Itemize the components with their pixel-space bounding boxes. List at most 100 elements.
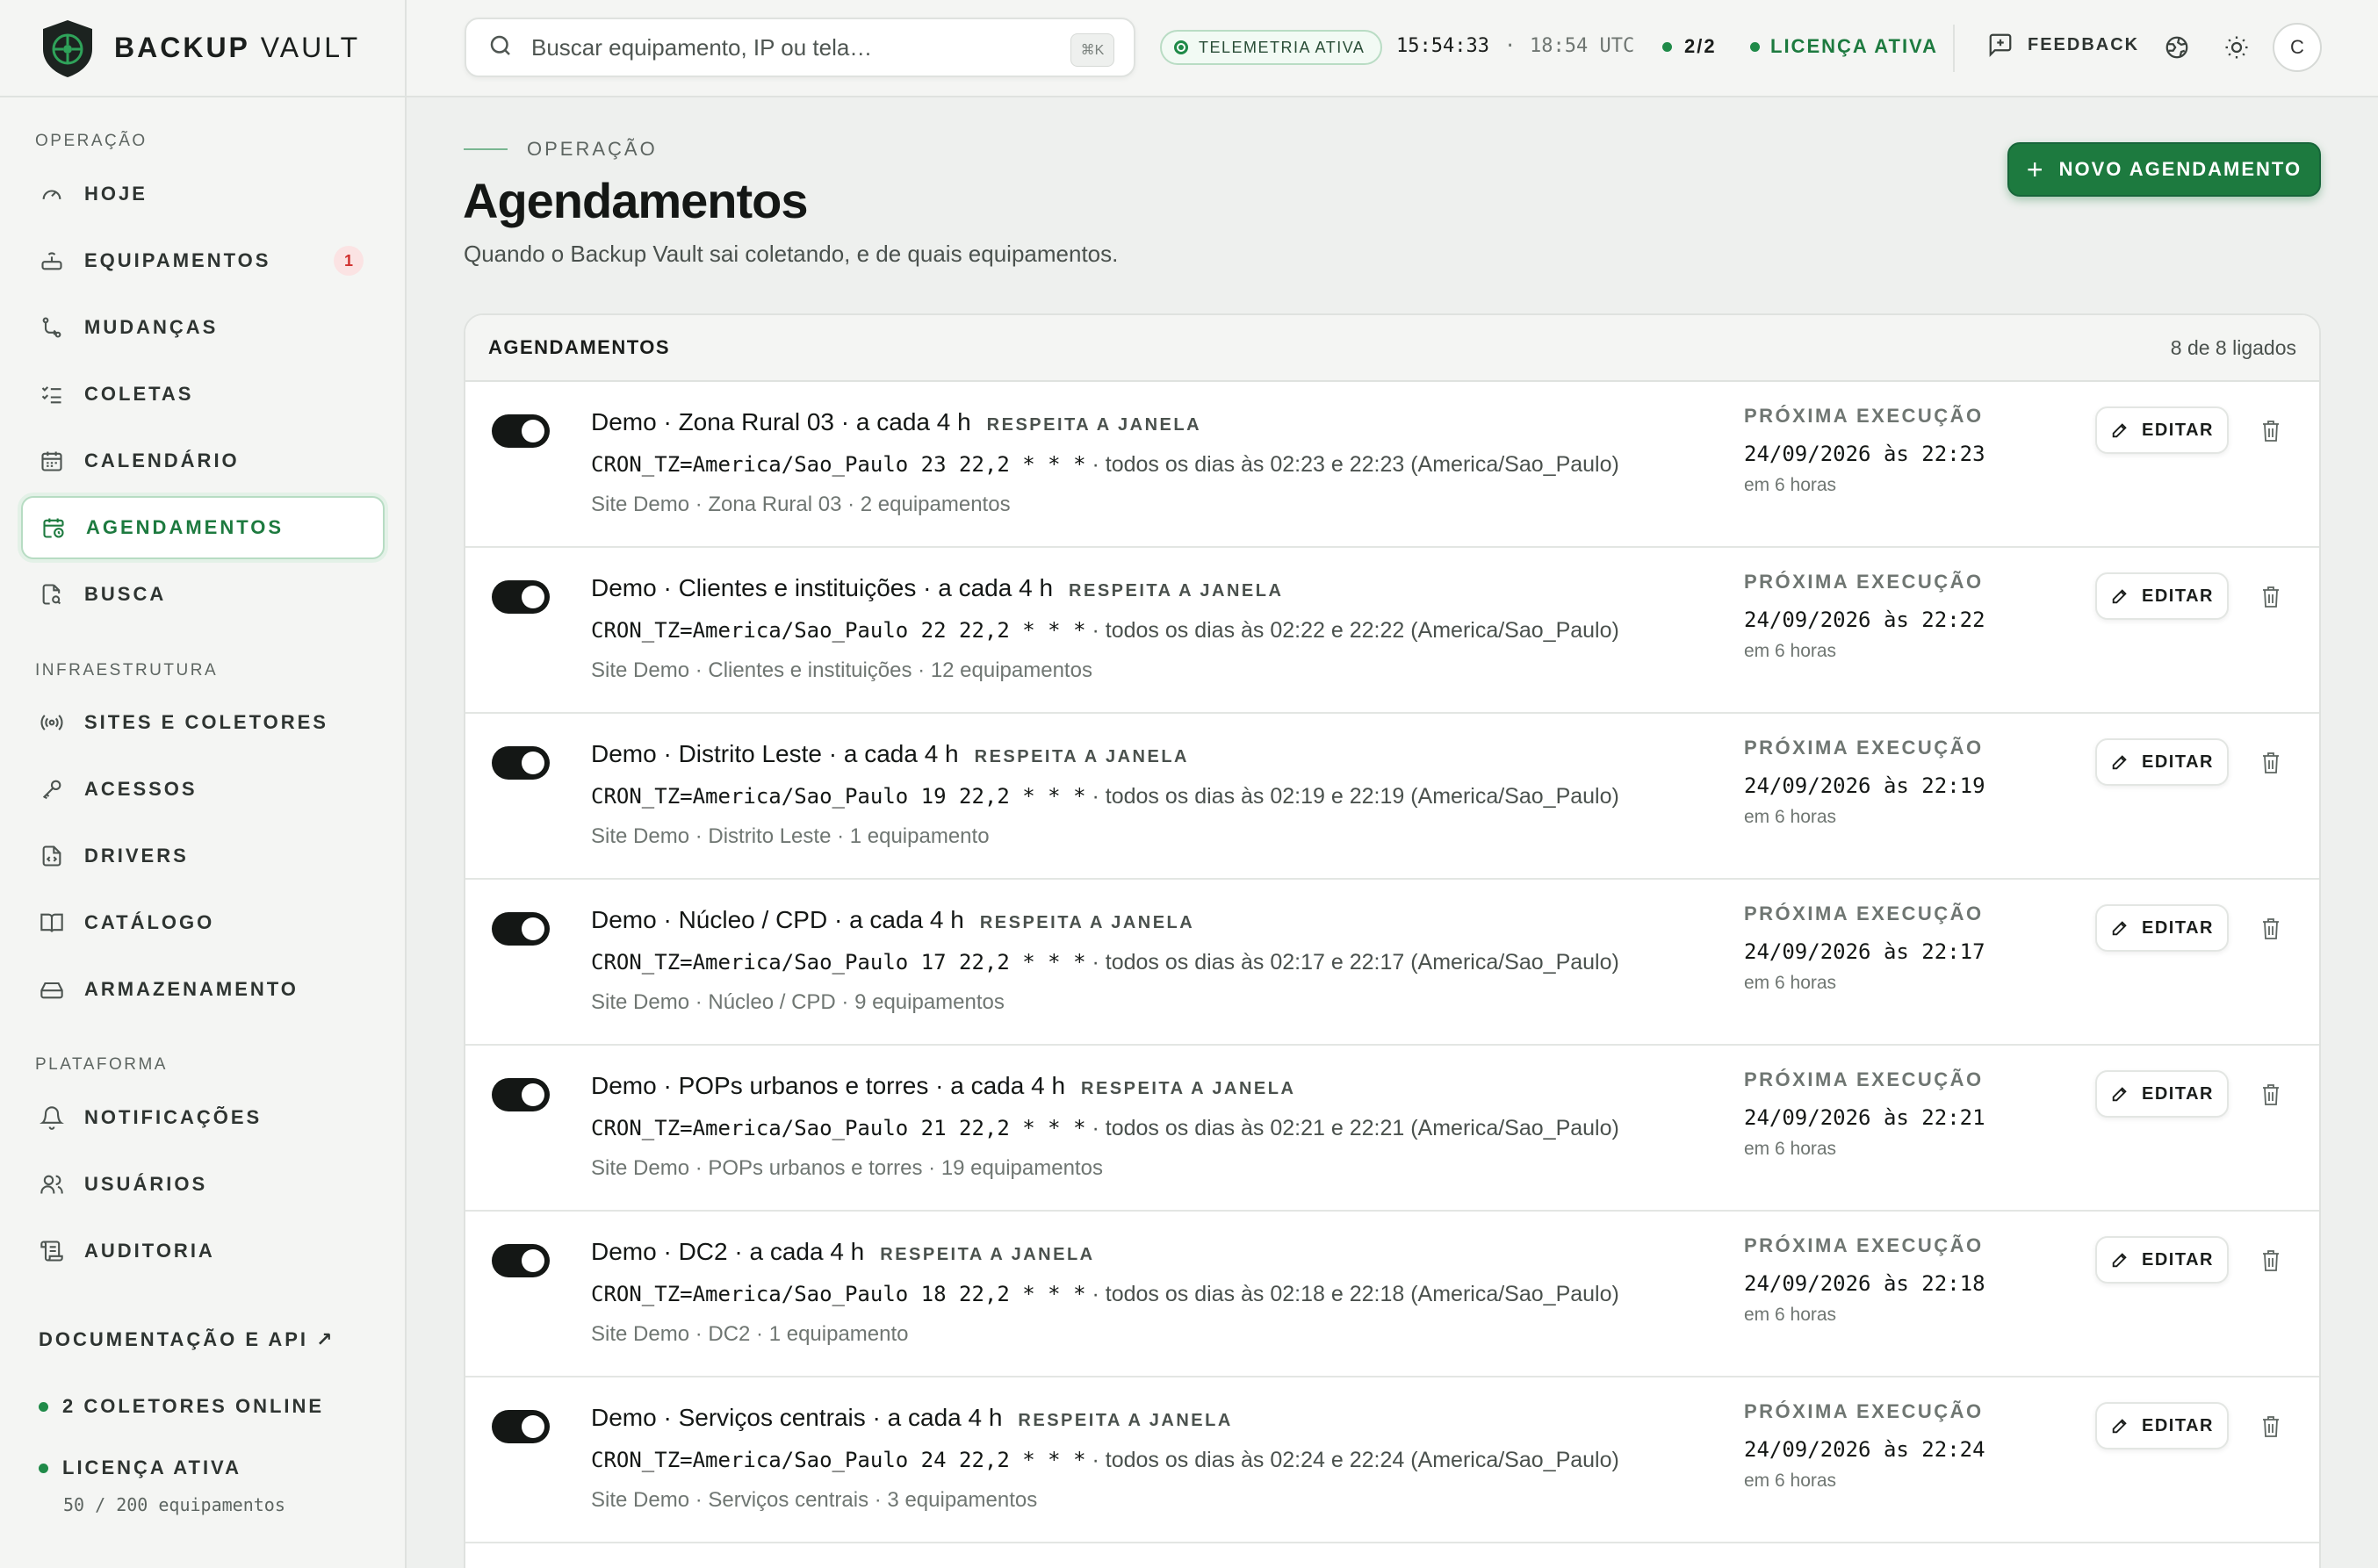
sidebar-item-acessos[interactable]: ACESSOS — [21, 758, 385, 821]
schedule-enabled-toggle[interactable] — [492, 1244, 550, 1277]
schedule-title[interactable]: Demo · Serviços centrais · a cada 4 h — [591, 1404, 1002, 1432]
page-subtitle: Quando o Backup Vault sai coletando, e d… — [464, 241, 1119, 267]
book-open-icon — [39, 910, 65, 936]
collectors-online-label: 2 COLETORES ONLINE — [62, 1395, 325, 1417]
sidebar-item-label: AGENDAMENTOS — [86, 516, 285, 538]
schedule-site: Site Demo · Núcleo / CPD · 9 equipamento… — [591, 990, 1005, 1014]
user-avatar[interactable]: C — [2273, 23, 2322, 72]
trash-icon[interactable] — [2257, 415, 2285, 447]
sidebar-item-equipamentos[interactable]: EQUIPAMENTOS 1 — [21, 229, 385, 292]
schedule-enabled-toggle[interactable] — [492, 580, 550, 614]
cron-description: · todos os dias às 02:23 e 22:23 (Americ… — [1085, 452, 1619, 477]
search-input[interactable] — [531, 33, 1023, 61]
trash-icon[interactable] — [2257, 1411, 2285, 1442]
edit-button[interactable]: EDITAR — [2095, 1402, 2229, 1449]
next-run-label: PRÓXIMA EXECUÇÃO — [1744, 405, 1984, 427]
page-title: Agendamentos — [463, 173, 808, 228]
schedule-title[interactable]: Demo · Clientes e instituições · a cada … — [591, 574, 1053, 602]
sidebar-item-armazenamento[interactable]: ARMAZENAMENTO — [21, 958, 385, 1021]
telemetry-status-pill[interactable]: TELEMETRIA ATIVA — [1160, 30, 1383, 65]
sidebar-item-label: ARMAZENAMENTO — [84, 978, 299, 1000]
edit-button[interactable]: EDITAR — [2095, 738, 2229, 786]
new-schedule-button[interactable]: + NOVO AGENDAMENTO — [2007, 142, 2321, 197]
sun-icon[interactable] — [2221, 32, 2252, 63]
sidebar-item-label: USUÁRIOS — [84, 1173, 208, 1195]
schedule-title[interactable]: Demo · DC2 · a cada 4 h — [591, 1238, 864, 1266]
collectors-count-value: 2/2 — [1684, 35, 1717, 57]
edit-button[interactable]: EDITAR — [2095, 572, 2229, 620]
trash-icon[interactable] — [2257, 1245, 2285, 1277]
radio-icon — [39, 709, 65, 736]
sidebar-item-label: SITES E COLETORES — [84, 711, 328, 733]
sidebar: BACKUP VAULT OPERAÇÃO INFRAESTRUTURA PLA… — [0, 0, 407, 1568]
license-usage: 50 / 200 equipamentos — [63, 1494, 285, 1515]
feedback-button[interactable]: FEEDBACK — [1987, 32, 2139, 58]
trash-icon[interactable] — [2257, 581, 2285, 613]
enabled-count: 8 de 8 ligados — [2170, 335, 2296, 359]
search-icon — [487, 32, 514, 63]
schedule-enabled-toggle[interactable] — [492, 912, 550, 946]
edit-button[interactable]: EDITAR — [2095, 1070, 2229, 1118]
brand-name: BACKUP VAULT — [114, 32, 361, 63]
pencil-icon — [2112, 921, 2127, 936]
pencil-icon — [2112, 1419, 2127, 1434]
cron-expression: CRON_TZ=America/Sao_Paulo 21 22,2 * * * — [591, 1116, 1086, 1140]
schedule-site: Site Demo · Clientes e instituições · 12… — [591, 658, 1092, 682]
sidebar-item-catalogo[interactable]: CATÁLOGO — [21, 891, 385, 954]
schedule-enabled-toggle[interactable] — [492, 746, 550, 780]
edit-button[interactable]: EDITAR — [2095, 1236, 2229, 1284]
telemetry-dot-icon — [1174, 40, 1188, 54]
sidebar-item-notificacoes[interactable]: NOTIFICAÇÕES — [21, 1086, 385, 1149]
sidebar-item-mudancas[interactable]: MUDANÇAS — [21, 296, 385, 359]
trash-icon[interactable] — [2257, 1079, 2285, 1111]
trash-icon[interactable] — [2257, 913, 2285, 945]
edit-button[interactable]: EDITAR — [2095, 904, 2229, 952]
edit-label: EDITAR — [2142, 420, 2214, 440]
schedule-cron: CRON_TZ=America/Sao_Paulo 23 22,2 * * * … — [591, 452, 1619, 478]
sidebar-item-coletas[interactable]: COLETAS — [21, 363, 385, 426]
pencil-icon — [2112, 589, 2127, 604]
sidebar-item-usuarios[interactable]: USUÁRIOS — [21, 1153, 385, 1216]
sidebar-item-calendario[interactable]: CALENDÁRIO — [21, 429, 385, 493]
schedule-title[interactable]: Demo · Distrito Leste · a cada 4 h — [591, 740, 959, 768]
sidebar-item-sites-e-coletores[interactable]: SITES E COLETORES — [21, 691, 385, 754]
sidebar-item-label: HOJE — [84, 183, 148, 205]
next-run-relative: em 6 horas — [1744, 1139, 1837, 1159]
edit-button[interactable]: EDITAR — [2095, 406, 2229, 454]
sidebar-item-label: DRIVERS — [84, 845, 189, 867]
globe-icon[interactable] — [2161, 32, 2193, 63]
page-eyebrow: OPERAÇÃO — [464, 138, 658, 161]
schedule-title[interactable]: Demo · POPs urbanos e torres · a cada 4 … — [591, 1072, 1065, 1100]
eyebrow-label: OPERAÇÃO — [527, 138, 658, 160]
plus-icon: + — [2026, 153, 2045, 185]
next-run-label: PRÓXIMA EXECUÇÃO — [1744, 1234, 1984, 1256]
schedule-enabled-toggle[interactable] — [492, 414, 550, 448]
backup-vault-logo — [43, 19, 92, 77]
docs-api-link[interactable]: DOCUMENTAÇÃO E API ↗ — [39, 1328, 335, 1351]
collectors-count: 2/2 — [1662, 35, 1717, 58]
schedule-title-line: Demo · Distrito Leste · a cada 4 h RESPE… — [591, 740, 1189, 768]
router-icon — [39, 248, 65, 274]
schedule-site: Site Demo · Serviços centrais · 3 equipa… — [591, 1488, 1038, 1512]
sidebar-item-hoje[interactable]: HOJE — [21, 162, 385, 226]
brand[interactable]: BACKUP VAULT — [0, 0, 405, 97]
trash-icon[interactable] — [2257, 747, 2285, 779]
schedule-title[interactable]: Demo · Zona Rural 03 · a cada 4 h — [591, 408, 971, 436]
cron-description: · todos os dias às 02:18 e 22:18 (Americ… — [1085, 1282, 1619, 1306]
sidebar-item-auditoria[interactable]: AUDITORIA — [21, 1219, 385, 1283]
sidebar-item-agendamentos[interactable]: AGENDAMENTOS — [21, 496, 385, 559]
schedule-enabled-toggle[interactable] — [492, 1078, 550, 1111]
schedule-title[interactable]: Demo · Núcleo / CPD · a cada 4 h — [591, 906, 964, 934]
cron-description: · todos os dias às 02:19 e 22:19 (Americ… — [1085, 784, 1619, 809]
search-box[interactable]: ⌘K — [465, 18, 1135, 77]
sidebar-item-busca[interactable]: BUSCA — [21, 563, 385, 626]
edit-label: EDITAR — [2142, 752, 2214, 772]
schedule-enabled-toggle[interactable] — [492, 1410, 550, 1443]
schedule-cron: CRON_TZ=America/Sao_Paulo 18 22,2 * * * … — [591, 1282, 1619, 1307]
schedule-title-line: Demo · POPs urbanos e torres · a cada 4 … — [591, 1072, 1295, 1100]
edit-label: EDITAR — [2142, 1249, 2214, 1270]
bell-icon — [39, 1104, 65, 1131]
sidebar-item-label: COLETAS — [84, 383, 194, 405]
file-code-icon — [39, 843, 65, 869]
sidebar-item-drivers[interactable]: DRIVERS — [21, 824, 385, 888]
